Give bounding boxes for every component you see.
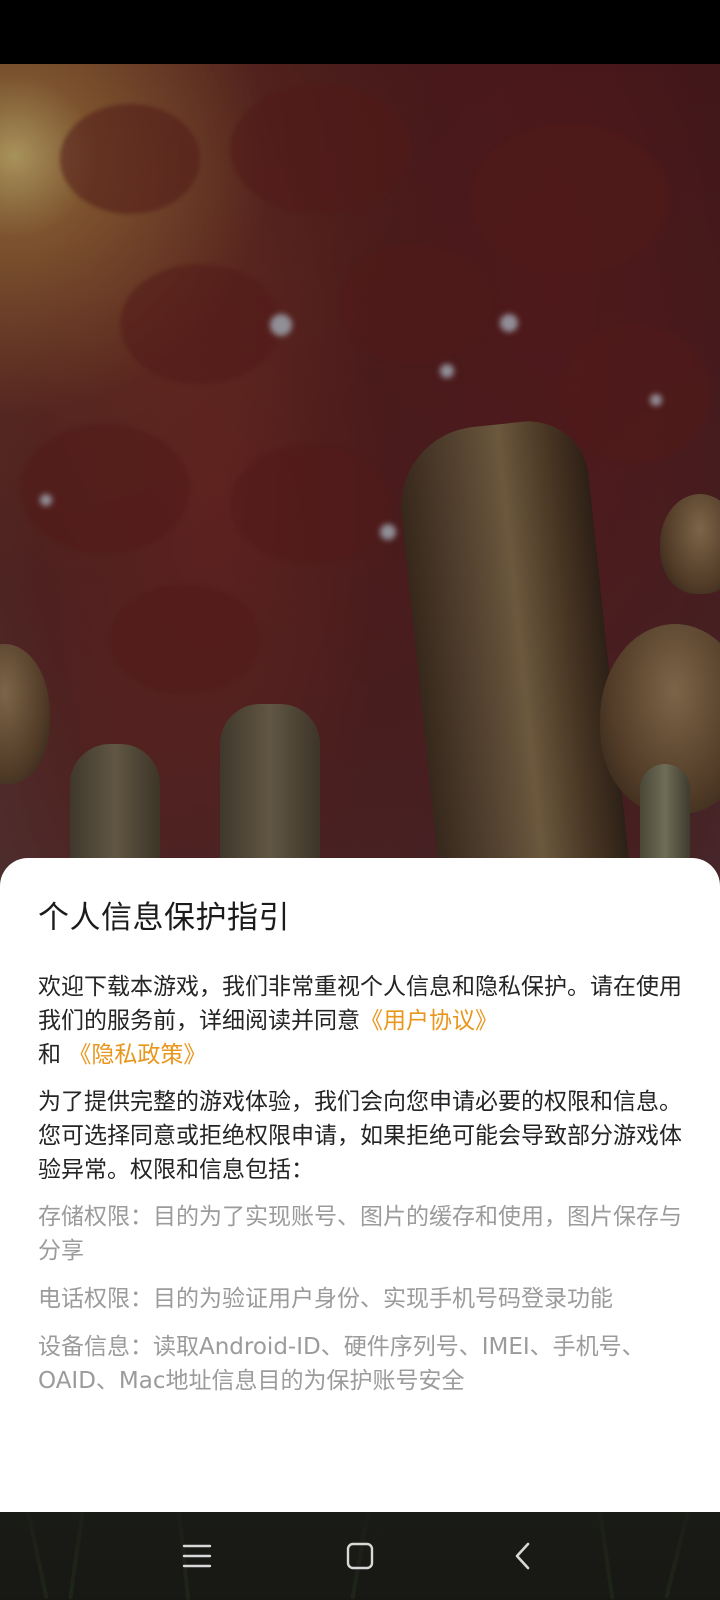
home-icon[interactable] xyxy=(336,1532,384,1580)
back-icon[interactable] xyxy=(499,1532,547,1580)
dialog-title: 个人信息保护指引 xyxy=(38,900,290,936)
permissions-intro: 为了提供完整的游戏体验，我们会向您申请必要的权限和信息。您可选择同意或拒绝权限申… xyxy=(38,1089,682,1183)
privacy-policy-link[interactable]: 《隐私政策》 xyxy=(68,1042,206,1068)
phone-permission-text: 电话权限：目的为验证用户身份、实现手机号码登录功能 xyxy=(38,1286,613,1312)
user-agreement-link[interactable]: 《用户协议》 xyxy=(360,1008,498,1034)
status-bar xyxy=(0,0,720,64)
intro-paragraph: 欢迎下载本游戏，我们非常重视个人信息和隐私保护。请在使用我们的服务前，详细阅读并… xyxy=(38,970,682,1072)
privacy-dialog: 个人信息保护指引 欢迎下载本游戏，我们非常重视个人信息和隐私保护。请在使用我们的… xyxy=(0,858,720,1512)
storage-permission-text: 存储权限：目的为了实现账号、图片的缓存和使用，图片保存与分享 xyxy=(38,1204,682,1264)
navigation-bar xyxy=(0,1512,720,1600)
screen: 个人信息保护指引 欢迎下载本游戏，我们非常重视个人信息和隐私保护。请在使用我们的… xyxy=(0,0,720,1600)
device-info-text: 设备信息：读取Android-ID、硬件序列号、IMEI、手机号、OAID、Ma… xyxy=(38,1334,645,1394)
intro-and-text: 和 xyxy=(38,1042,61,1068)
menu-icon[interactable] xyxy=(173,1532,221,1580)
